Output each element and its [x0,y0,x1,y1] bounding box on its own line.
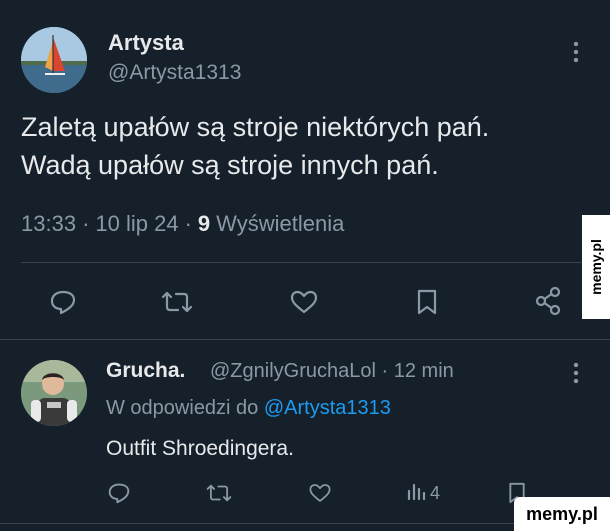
tweet-text: Zaletą upałów są stroje niektórych pań. … [21,108,489,184]
reply-icon[interactable] [106,481,132,505]
reply-to-mention[interactable]: @Artysta1313 [264,397,391,419]
divider [21,262,591,263]
tweet-meta: 13:33 · 10 lip 24 · 9 Wyświetlenia [21,211,344,237]
main-tweet: Artysta @Artysta1313 Zaletą upałów są st… [0,0,610,340]
share-icon[interactable] [531,285,565,317]
tweet-text-line-2: Wadą upałów są stroje innych pań. [21,150,439,180]
windsurf-photo-icon [21,27,87,93]
views-count: 9 [197,211,211,236]
tweet-text-line-1: Zaletą upałów są stroje niektórych pań. [21,112,490,142]
more-options-icon[interactable] [566,40,586,69]
reply-icon[interactable] [46,287,80,317]
views-icon [406,481,426,506]
reply-views-count: 4 [430,482,441,503]
reply-time[interactable]: 12 min [394,360,454,382]
views-label[interactable]: Wyświetlenia [216,211,344,237]
like-icon[interactable] [307,481,333,505]
watermark-side: memy.pl [582,215,610,319]
reply-author-handle[interactable]: @ZgnilyGruchaLol [210,360,376,382]
reply-to-line: W odpowiedzi do @Artysta1313 [106,397,391,420]
like-icon[interactable] [287,287,321,317]
watermark-corner: memy.pl [514,497,610,531]
tweet-date[interactable]: 10 lip 24 [95,211,178,237]
tweet-separator [0,339,610,340]
retweet-icon[interactable] [160,287,194,317]
author-handle[interactable]: @Artysta1313 [108,61,241,85]
watermark-side-text: memy.pl [588,239,605,295]
meta-separator: · [381,360,389,382]
reply-to-label: W odpowiedzi do [106,397,259,419]
bookmark-icon[interactable] [410,287,444,317]
tweet-time[interactable]: 13:33 [21,211,76,237]
author-avatar[interactable] [21,27,87,93]
reply-more-options-icon[interactable] [566,361,586,390]
reply-meta: @ZgnilyGruchaLol · 12 min [210,360,454,383]
watermark-corner-text: memy.pl [526,503,598,524]
meta-separator: · [82,211,90,236]
views-button[interactable]: 4 [406,481,440,505]
person-photo-icon [21,360,87,426]
reply-text: Outfit Shroedingera. [106,437,294,460]
meta-separator: · [184,211,192,236]
reply-author-name[interactable]: Grucha. [106,359,185,383]
author-name[interactable]: Artysta [108,30,184,56]
retweet-icon[interactable] [205,481,233,505]
reply-author-avatar[interactable] [21,360,87,426]
